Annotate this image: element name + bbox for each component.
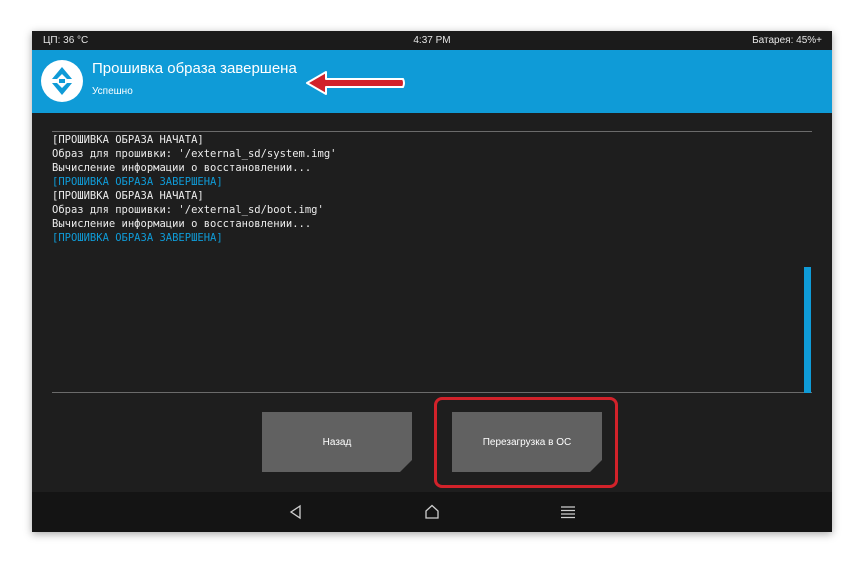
status-bar: ЦП: 36 °C 4:37 PM Батарея: 45%+ <box>32 31 832 50</box>
back-button-label: Назад <box>322 436 352 448</box>
reboot-system-button[interactable]: Перезагрузка в ОС <box>452 412 602 472</box>
clock: 4:37 PM <box>413 35 451 46</box>
console-log: [ПРОШИВКА ОБРАЗА НАЧАТА] Образ для прошив… <box>52 131 812 393</box>
log-line: Вычисление информации о восстановлении..… <box>52 162 312 174</box>
annotation-arrow-icon <box>306 71 405 95</box>
device-screen: ЦП: 36 °C 4:37 PM Батарея: 45%+ Прошивка… <box>32 31 832 532</box>
log-line: Вычисление информации о восстановлении..… <box>52 218 312 230</box>
header-bar: Прошивка образа завершена Успешно <box>32 50 832 113</box>
page-subtitle: Успешно <box>92 86 133 97</box>
log-line: Образ для прошивки: '/external_sd/boot.i… <box>52 204 324 216</box>
battery-level: Батарея: 45%+ <box>752 35 822 46</box>
log-text: [ПРОШИВКА ОБРАЗА НАЧАТА] Образ для прошив… <box>52 133 792 245</box>
home-icon[interactable] <box>422 502 442 522</box>
log-line: [ПРОШИВКА ОБРАЗА НАЧАТА] <box>52 134 204 146</box>
scrollbar-thumb[interactable] <box>804 267 811 393</box>
log-line: [ПРОШИВКА ОБРАЗА ЗАВЕРШЕНА] <box>52 232 223 244</box>
twrp-logo-icon <box>41 60 83 102</box>
reboot-button-label: Перезагрузка в ОС <box>482 436 572 448</box>
back-button[interactable]: Назад <box>262 412 412 472</box>
back-triangle-icon[interactable] <box>286 502 306 522</box>
button-corner-decoration <box>590 460 602 472</box>
log-line: Образ для прошивки: '/external_sd/system… <box>52 148 337 160</box>
menu-icon[interactable] <box>558 502 578 522</box>
log-line: [ПРОШИВКА ОБРАЗА НАЧАТА] <box>52 190 204 202</box>
navigation-bar <box>32 492 832 532</box>
button-corner-decoration <box>400 460 412 472</box>
log-line: [ПРОШИВКА ОБРАЗА ЗАВЕРШЕНА] <box>52 176 223 188</box>
page-title: Прошивка образа завершена <box>92 60 297 77</box>
